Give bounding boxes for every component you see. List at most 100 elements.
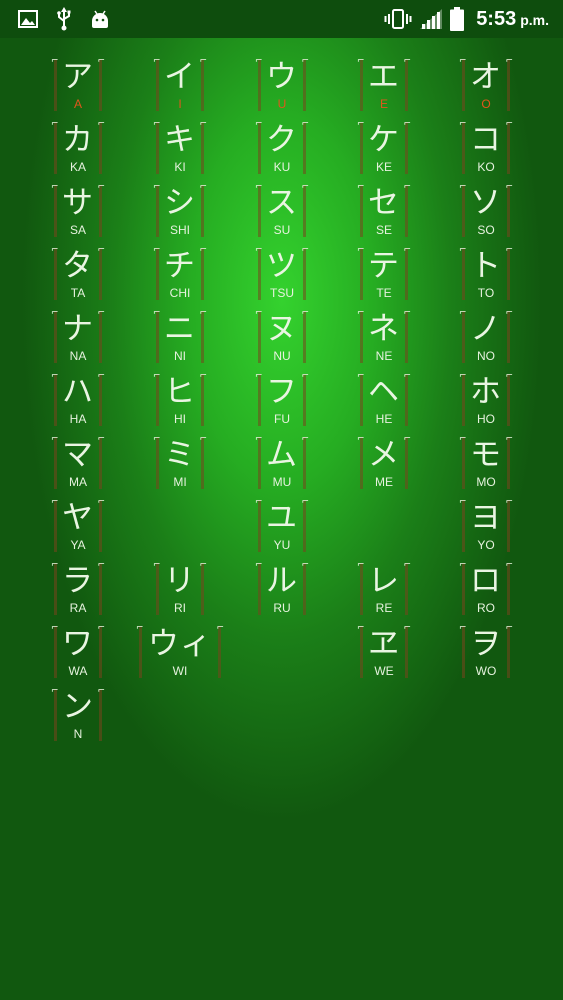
kana-tile-tsu[interactable]: ⌐ ⌐ ツ TSU (231, 244, 333, 307)
kana-character: ツ (266, 248, 298, 284)
romaji-label: TE (376, 286, 392, 300)
kana-tile-a[interactable]: ⌐ ⌐ ア A (27, 55, 129, 118)
kana-tile-ho[interactable]: ⌐ ⌐ ホ HO (435, 370, 537, 433)
kana-tile-wo[interactable]: ⌐ ⌐ ヲ WO (435, 622, 537, 685)
kana-tile-shi[interactable]: ⌐ ⌐ シ SHI (129, 181, 231, 244)
kana-tile-he[interactable]: ⌐ ⌐ ヘ HE (333, 370, 435, 433)
kana-tile-ha[interactable]: ⌐ ⌐ ハ HA (27, 370, 129, 433)
kana-card: ⌐ ⌐ リ RI (153, 561, 207, 615)
kana-card: ⌐ ⌐ エ E (357, 57, 411, 111)
kana-card: ⌐ ⌐ ウ U (255, 57, 309, 111)
kana-card: ⌐ ⌐ イ I (153, 57, 207, 111)
kana-tile-chi[interactable]: ⌐ ⌐ チ CHI (129, 244, 231, 307)
romaji-label: NU (273, 349, 291, 363)
kana-tile-ku[interactable]: ⌐ ⌐ ク KU (231, 118, 333, 181)
romaji-label: WA (68, 664, 88, 678)
kana-tile-su[interactable]: ⌐ ⌐ ス SU (231, 181, 333, 244)
kana-character: ソ (470, 185, 502, 221)
kana-tile-mo[interactable]: ⌐ ⌐ モ MO (435, 433, 537, 496)
empty-cell (129, 685, 231, 748)
romaji-label: SO (477, 223, 495, 237)
kana-tile-fu[interactable]: ⌐ ⌐ フ FU (231, 370, 333, 433)
kana-tile-yu[interactable]: ⌐ ⌐ ユ YU (231, 496, 333, 559)
kana-card: ⌐ ⌐ ヨ YO (459, 498, 513, 552)
kana-character: シ (164, 185, 196, 221)
romaji-label: TA (70, 286, 86, 300)
kana-tile-ke[interactable]: ⌐ ⌐ ケ KE (333, 118, 435, 181)
kana-character: ヲ (470, 626, 502, 662)
kana-tile-to[interactable]: ⌐ ⌐ ト TO (435, 244, 537, 307)
kana-tile-nu[interactable]: ⌐ ⌐ ヌ NU (231, 307, 333, 370)
kana-tile-ro[interactable]: ⌐ ⌐ ロ RO (435, 559, 537, 622)
kana-tile-ko[interactable]: ⌐ ⌐ コ KO (435, 118, 537, 181)
kana-tile-te[interactable]: ⌐ ⌐ テ TE (333, 244, 435, 307)
kana-tile-mi[interactable]: ⌐ ⌐ ミ MI (129, 433, 231, 496)
kana-card: ⌐ ⌐ ネ NE (357, 309, 411, 363)
kana-tile-me[interactable]: ⌐ ⌐ メ ME (333, 433, 435, 496)
kana-tile-o[interactable]: ⌐ ⌐ オ O (435, 55, 537, 118)
android-icon (90, 9, 110, 29)
kana-tile-so[interactable]: ⌐ ⌐ ソ SO (435, 181, 537, 244)
kana-tile-ru[interactable]: ⌐ ⌐ ル RU (231, 559, 333, 622)
kana-character: リ (164, 563, 196, 599)
clock-ampm: p.m. (520, 11, 549, 28)
romaji-label: MO (476, 475, 496, 489)
kana-card: ⌐ ⌐ ノ NO (459, 309, 513, 363)
romaji-label: KO (477, 160, 495, 174)
kana-tile-e[interactable]: ⌐ ⌐ エ E (333, 55, 435, 118)
kana-tile-ta[interactable]: ⌐ ⌐ タ TA (27, 244, 129, 307)
romaji-label: NA (69, 349, 87, 363)
kana-card: ⌐ ⌐ レ RE (357, 561, 411, 615)
kana-tile-se[interactable]: ⌐ ⌐ セ SE (333, 181, 435, 244)
clock: 5:53 p.m. (476, 8, 549, 31)
kana-tile-yo[interactable]: ⌐ ⌐ ヨ YO (435, 496, 537, 559)
romaji-label: YO (477, 538, 495, 552)
kana-tile-i[interactable]: ⌐ ⌐ イ I (129, 55, 231, 118)
kana-character: ケ (368, 122, 400, 158)
kana-card: ⌐ ⌐ ン N (51, 687, 105, 741)
kana-tile-we[interactable]: ⌐ ⌐ ヱ WE (333, 622, 435, 685)
kana-character: ア (62, 59, 94, 95)
romaji-label: NI (174, 349, 186, 363)
kana-tile-n[interactable]: ⌐ ⌐ ン N (27, 685, 129, 748)
kana-card: ⌐ ⌐ ロ RO (459, 561, 513, 615)
kana-character: チ (164, 248, 196, 284)
kana-tile-ri[interactable]: ⌐ ⌐ リ RI (129, 559, 231, 622)
romaji-label: KU (273, 160, 291, 174)
empty-cell (129, 496, 231, 559)
system-icons: 5:53 p.m. (384, 0, 549, 38)
kana-tile-u[interactable]: ⌐ ⌐ ウ U (231, 55, 333, 118)
kana-character: レ (368, 563, 400, 599)
romaji-label: MI (173, 475, 187, 489)
kana-tile-hi[interactable]: ⌐ ⌐ ヒ HI (129, 370, 231, 433)
empty-cell (333, 685, 435, 748)
kana-character: セ (368, 185, 400, 221)
kana-tile-ma[interactable]: ⌐ ⌐ マ MA (27, 433, 129, 496)
kana-tile-sa[interactable]: ⌐ ⌐ サ SA (27, 181, 129, 244)
usb-icon (56, 7, 72, 31)
kana-tile-na[interactable]: ⌐ ⌐ ナ NA (27, 307, 129, 370)
kana-tile-ya[interactable]: ⌐ ⌐ ヤ YA (27, 496, 129, 559)
kana-tile-wa[interactable]: ⌐ ⌐ ワ WA (27, 622, 129, 685)
kana-character: カ (62, 122, 94, 158)
kana-tile-ki[interactable]: ⌐ ⌐ キ KI (129, 118, 231, 181)
kana-tile-wi[interactable]: ⌐ ⌐ ウィ WI (129, 622, 231, 685)
kana-card: ⌐ ⌐ ヌ NU (255, 309, 309, 363)
romaji-label: N (73, 727, 83, 741)
kana-character: ロ (470, 563, 502, 599)
kana-tile-re[interactable]: ⌐ ⌐ レ RE (333, 559, 435, 622)
kana-tile-ne[interactable]: ⌐ ⌐ ネ NE (333, 307, 435, 370)
kana-tile-ka[interactable]: ⌐ ⌐ カ KA (27, 118, 129, 181)
kana-character: テ (368, 248, 400, 284)
kana-character: ル (266, 563, 298, 599)
romaji-label: WE (374, 664, 394, 678)
kana-tile-ni[interactable]: ⌐ ⌐ ニ NI (129, 307, 231, 370)
empty-cell (231, 685, 333, 748)
romaji-label: RA (69, 601, 87, 615)
kana-tile-ra[interactable]: ⌐ ⌐ ラ RA (27, 559, 129, 622)
kana-card: ⌐ ⌐ ヒ HI (153, 372, 207, 426)
kana-tile-no[interactable]: ⌐ ⌐ ノ NO (435, 307, 537, 370)
kana-card: ⌐ ⌐ セ SE (357, 183, 411, 237)
kana-tile-mu[interactable]: ⌐ ⌐ ム MU (231, 433, 333, 496)
romaji-label: WI (172, 664, 188, 678)
